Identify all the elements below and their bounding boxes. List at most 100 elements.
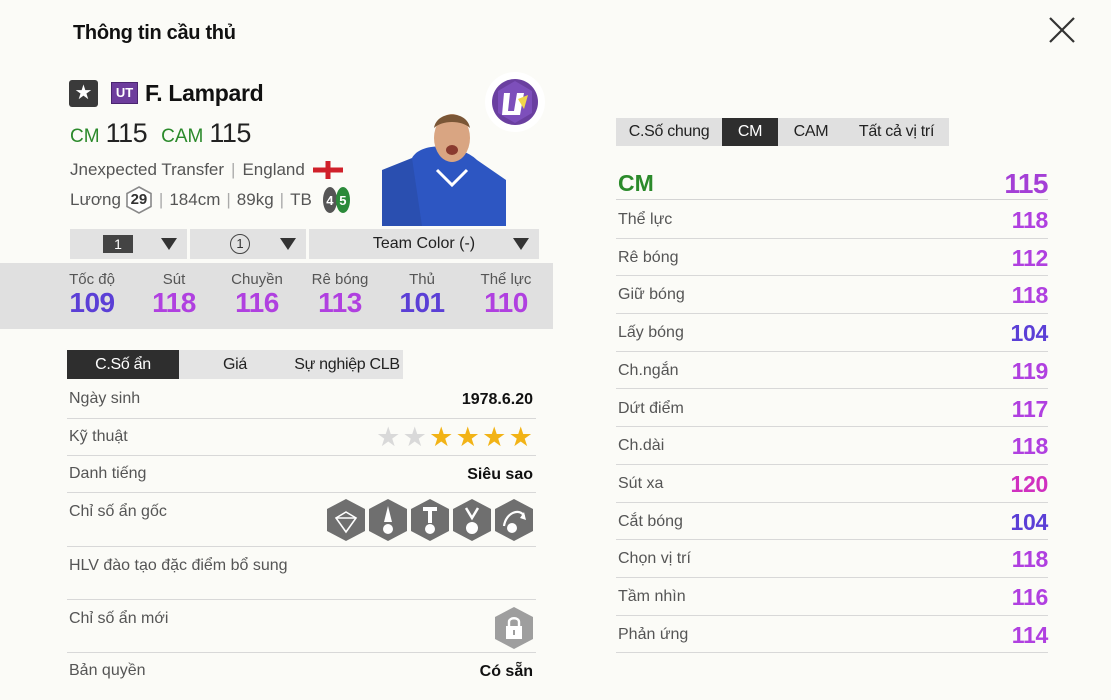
row-label: HLV đào tạo đặc điểm bổ sung (69, 557, 288, 574)
tab-general-stats[interactable]: C.Số chung (616, 118, 722, 146)
stat-label: Chọn vị trí (618, 550, 691, 568)
stat-value: 119 (1011, 357, 1049, 384)
nation-name: England (242, 160, 305, 179)
england-flag-icon (312, 161, 343, 179)
star-icon: ★ (455, 422, 480, 452)
position-ovr: 115 (1004, 168, 1048, 199)
stat-row: Ch.dài 118 (616, 427, 1048, 465)
row-label: Chỉ số ẩn gốc (69, 503, 167, 520)
stat-value: 116 (235, 287, 279, 318)
trainer-row: HLV đào tạo đặc điểm bổ sung (67, 547, 536, 600)
team-color-label: Team Color (-) (372, 235, 476, 252)
close-icon[interactable] (1046, 14, 1078, 46)
stat-cell: Thể lực 110 (466, 271, 546, 318)
salary-badge: 29 (125, 186, 153, 214)
power-header-trait-icon[interactable] (452, 498, 492, 542)
stat-row: Tầm nhìn 116 (616, 578, 1048, 616)
playmaker-trait-icon[interactable] (494, 498, 534, 542)
stat-row: Chọn vị trí 118 (616, 540, 1048, 578)
star-icon: ★ (402, 422, 427, 452)
stat-label: Dứt điểm (618, 399, 684, 417)
stat-value: 117 (1011, 395, 1049, 422)
stat-value: 109 (69, 287, 115, 318)
stat-label: Cắt bóng (618, 512, 683, 530)
position-label: CM (70, 126, 100, 147)
stat-label: Ch.dài (618, 437, 665, 455)
height-value: 184cm (169, 190, 221, 209)
stat-value: 101 (399, 287, 445, 318)
diamond-trait-icon[interactable] (326, 498, 366, 542)
stat-label: Tốc độ (69, 271, 115, 288)
chevron-down-icon (161, 238, 177, 250)
stat-value: 118 (1011, 546, 1049, 573)
license-row: Bản quyền Có sẵn (67, 653, 536, 693)
chevron-down-icon (280, 238, 296, 250)
stat-row: Thể lực 118 (616, 201, 1048, 239)
stat-value: 120 (1010, 470, 1049, 497)
stat-value: 118 (1011, 282, 1049, 309)
lock-icon[interactable] (494, 606, 534, 650)
stat-label: Rê bóng (618, 248, 679, 266)
stat-value: 112 (1011, 244, 1049, 271)
stat-label: Sút (162, 271, 186, 288)
stat-label: Lấy bóng (618, 324, 684, 342)
birthdate-value: 1978.6.20 (461, 391, 533, 408)
stat-label: Thủ (409, 271, 435, 288)
body-type: TB (290, 190, 312, 209)
position-ovr: 115 (105, 118, 148, 148)
season-badge: UT (111, 82, 138, 104)
row-label: Danh tiếng (69, 465, 147, 482)
team-color-dropdown[interactable]: Team Color (-) (309, 229, 539, 259)
new-hidden-row: Chỉ số ẩn mới (67, 600, 536, 653)
chevron-down-icon (513, 238, 529, 250)
hidden-traits-row: Chỉ số ẩn gốc (67, 493, 536, 547)
stat-value: 118 (1011, 433, 1049, 460)
team-name: Jnexpected Transfer (70, 160, 225, 179)
star-icon: ★ (482, 422, 507, 452)
club-logo-icon (485, 72, 545, 132)
rank-value: 1 (230, 234, 250, 254)
stat-row: Lấy bóng 104 (616, 314, 1048, 352)
star-icon: ★ (508, 422, 533, 452)
tab-hidden-stats[interactable]: C.Số ẩn (67, 350, 179, 379)
stat-value: 110 (484, 287, 528, 318)
position-overall-row: CM 115 (616, 167, 1048, 200)
stat-label: Rê bóng (311, 271, 369, 288)
stat-cell: Rê bóng 113 (300, 271, 380, 318)
stat-row: Ch.ngắn 119 (616, 352, 1048, 390)
level-dropdown[interactable]: 1 (70, 229, 187, 259)
stat-label: Thể lực (480, 271, 532, 288)
team-nation-line: Jnexpected Transfer | England (70, 160, 343, 180)
stat-value: 113 (318, 287, 362, 318)
stat-cell: Tốc độ 109 (52, 271, 132, 318)
position-label: CAM (161, 126, 204, 147)
stat-cell: Sút 118 (134, 271, 214, 318)
level-value: 1 (103, 235, 133, 253)
reputation-value: Siêu sao (467, 466, 533, 483)
row-label: Chỉ số ẩn mới (69, 610, 169, 627)
tab-all-positions[interactable]: Tất cả vị trí (844, 118, 949, 146)
weak-foot: 4 (326, 193, 334, 208)
player-name: F. Lampard (145, 80, 264, 106)
divider: | (226, 190, 231, 209)
stat-value: 116 (1011, 584, 1049, 610)
tab-club-career[interactable]: Sự nghiệp CLB (291, 350, 403, 379)
tab-cm[interactable]: CM (722, 118, 778, 146)
divider: | (279, 190, 285, 209)
tab-cam[interactable]: CAM (778, 118, 844, 146)
skill-stars: ★ ★ ★ ★ ★ ★ (375, 424, 534, 451)
row-label: Kỹ thuật (69, 428, 128, 445)
position-ovr: 115 (209, 118, 251, 148)
star-icon: ★ (429, 422, 454, 452)
long-shot-trait-icon[interactable] (410, 498, 450, 542)
birthdate-row: Ngày sinh 1978.6.20 (67, 381, 536, 419)
info-tabs: C.Số ẩn Giá Sự nghiệp CLB (67, 350, 403, 379)
stat-value: 114 (1011, 621, 1049, 648)
reputation-row: Danh tiếng Siêu sao (67, 456, 536, 493)
tab-price[interactable]: Giá (179, 350, 291, 379)
finesse-shot-trait-icon[interactable] (368, 498, 408, 542)
stat-label: Phản ứng (618, 625, 689, 643)
stat-label: Chuyền (231, 271, 283, 288)
stat-cell: Chuyền 116 (217, 271, 297, 318)
rank-dropdown[interactable]: 1 (190, 229, 306, 259)
